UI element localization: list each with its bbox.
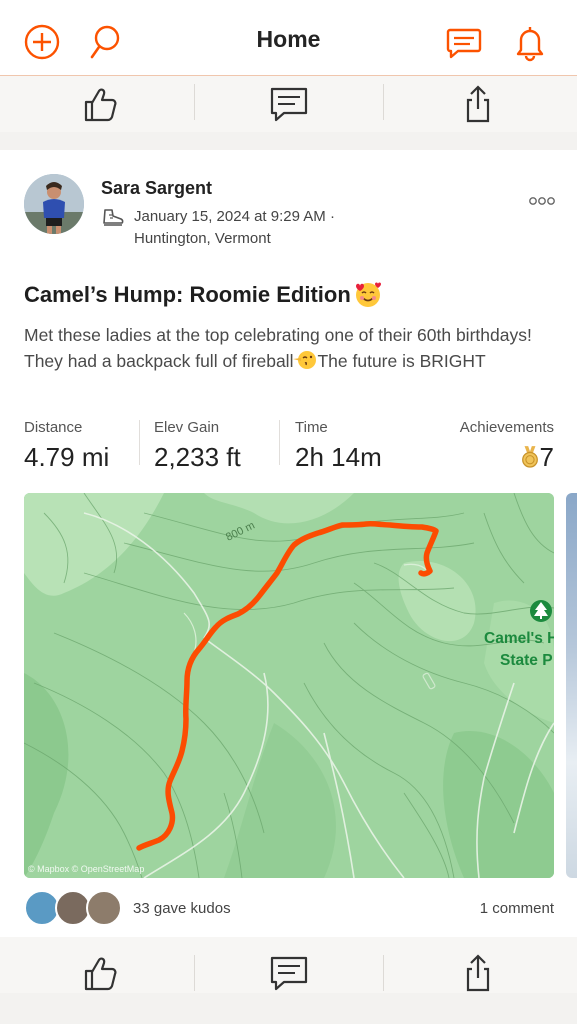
post-action-bar	[0, 937, 577, 993]
stat-distance: Distance 4.79 mi	[24, 419, 109, 473]
activity-title[interactable]: Camel’s Hump: Roomie Edition	[24, 280, 383, 308]
tree-icon	[530, 600, 552, 622]
previous-post-action-bar	[0, 76, 577, 132]
comment-icon[interactable]	[267, 82, 311, 126]
comment-count[interactable]: 1 comment	[480, 900, 554, 917]
stat-label: Achievements	[459, 419, 554, 436]
stat-value: 2,233 ft	[154, 442, 241, 472]
park-label-2: State P	[500, 652, 553, 669]
stat-time: Time 2h 14m	[295, 419, 382, 473]
hiking-boot-icon	[101, 207, 125, 227]
kudos-icon[interactable]	[78, 951, 122, 995]
stat-value: 7	[460, 442, 554, 473]
stat-label: Time	[295, 419, 328, 436]
page-title: Home	[256, 26, 321, 52]
kudos-avatars[interactable]	[24, 890, 124, 926]
activity-location: Huntington, Vermont	[134, 230, 271, 247]
stat-label: Distance	[24, 419, 83, 436]
activity-route-map[interactable]: 800 m Camel's H State P © Mapbox © OpenS…	[24, 493, 554, 878]
author-avatar[interactable]	[24, 174, 84, 234]
next-photo-preview[interactable]	[566, 493, 577, 878]
medal-icon	[520, 442, 540, 472]
kissing-face-icon	[293, 349, 317, 371]
stat-value: 2h 14m	[295, 442, 382, 472]
stat-label: Elev Gain	[154, 419, 220, 436]
activity-description: Met these ladies at the top celebrating …	[24, 325, 532, 371]
map-attribution[interactable]: © Mapbox © OpenStreetMap	[28, 864, 144, 874]
comment-icon[interactable]	[267, 951, 311, 995]
stat-achievements[interactable]: Achievements 7	[460, 419, 554, 473]
author-name[interactable]: Sara Sargent	[101, 178, 212, 199]
activity-date: January 15, 2024 at 9:29 AM ·	[134, 208, 335, 225]
stat-elev-gain: Elev Gain 2,233 ft	[154, 419, 241, 473]
map-graphic: 800 m Camel's H State P © Mapbox © OpenS…	[24, 493, 554, 878]
kudos-icon[interactable]	[78, 82, 122, 126]
avatar	[86, 890, 122, 926]
activity-card[interactable]: Sara Sargent January 15, 2024 at 9:29 AM…	[0, 150, 577, 937]
share-icon[interactable]	[456, 82, 500, 126]
park-label-1: Camel's H	[484, 630, 554, 647]
messages-icon[interactable]	[444, 22, 484, 62]
bell-icon[interactable]	[510, 22, 550, 62]
stat-value: 4.79 mi	[24, 442, 110, 472]
top-nav-bar: Home	[0, 0, 577, 76]
kudos-count[interactable]: 33 gave kudos	[133, 900, 231, 917]
share-icon[interactable]	[456, 951, 500, 995]
smiling-face-with-hearts-icon	[353, 280, 383, 308]
more-options-icon[interactable]	[528, 194, 556, 206]
